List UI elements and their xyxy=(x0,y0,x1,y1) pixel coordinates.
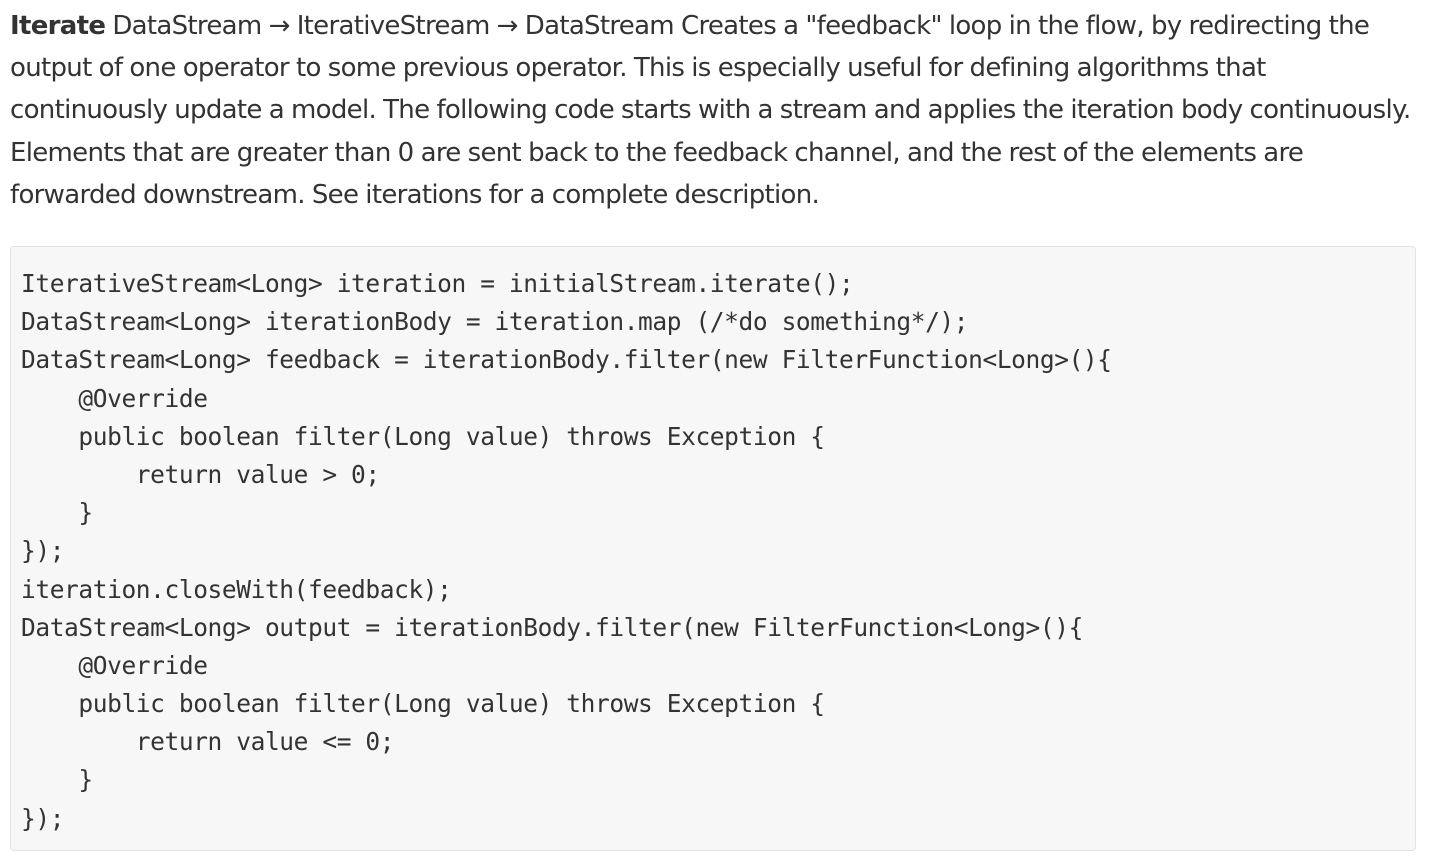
code-line: return value > 0; xyxy=(21,459,380,489)
code-listing: IterativeStream<Long> iteration = initia… xyxy=(11,247,1415,838)
code-line: }); xyxy=(21,803,65,833)
code-line: }); xyxy=(21,536,65,566)
operator-description-text: DataStream → IterativeStream → DataStrea… xyxy=(10,11,1411,210)
iterate-operator-section: Iterate DataStream → IterativeStream → D… xyxy=(10,0,1420,851)
code-line: public boolean filter(Long value) throws… xyxy=(21,421,825,451)
operator-name: Iterate xyxy=(10,11,106,41)
code-line: IterativeStream<Long> iteration = initia… xyxy=(21,269,854,298)
code-line: DataStream<Long> output = iterationBody.… xyxy=(21,612,1083,642)
code-line: @Override xyxy=(21,383,208,413)
code-line: return value <= 0; xyxy=(21,727,395,757)
code-line: iteration.closeWith(feedback); xyxy=(21,574,452,604)
code-block: IterativeStream<Long> iteration = initia… xyxy=(10,246,1416,851)
code-line: public boolean filter(Long value) throws… xyxy=(21,689,825,719)
code-line: DataStream<Long> iterationBody = iterati… xyxy=(21,307,969,337)
code-line: DataStream<Long> feedback = iterationBod… xyxy=(21,345,1112,375)
operator-description: Iterate DataStream → IterativeStream → D… xyxy=(10,0,1420,216)
code-line: } xyxy=(21,765,93,795)
code-line: @Override xyxy=(21,650,208,680)
code-line: } xyxy=(21,498,93,528)
